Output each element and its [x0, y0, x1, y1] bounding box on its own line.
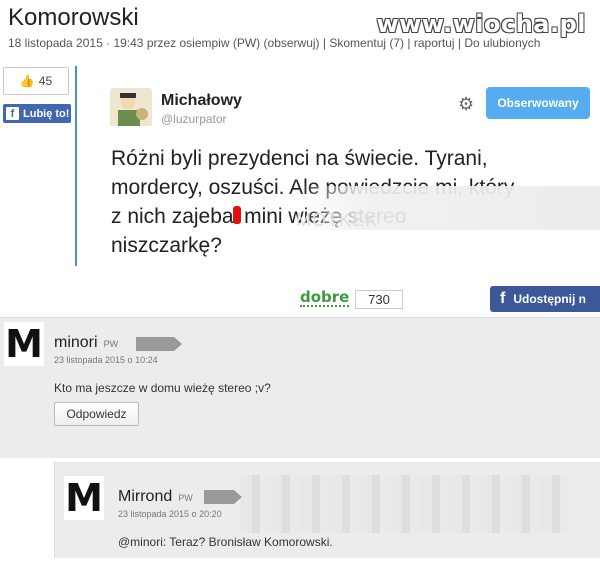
comment-author[interactable]: Mirrond PW: [118, 488, 193, 506]
post-date: 18 listopada 2015: [8, 36, 103, 50]
observe-link[interactable]: (obserwuj): [264, 36, 320, 50]
report-link[interactable]: raportuj: [414, 36, 455, 50]
tweet-author-name[interactable]: Michałowy: [161, 92, 242, 110]
reply-button[interactable]: Odpowiedz: [54, 402, 139, 426]
comment-date: 23 listopada 2015 o 10:24: [54, 355, 158, 365]
dobre-vote-button[interactable]: dobre: [300, 289, 350, 307]
comment-text: @minori: Teraz? Bronisław Komorowski.: [118, 535, 333, 549]
comment-avatar[interactable]: M: [4, 322, 44, 366]
by-label: przez: [146, 36, 177, 50]
gear-icon[interactable]: ⚙: [458, 94, 474, 115]
comment-link[interactable]: Skomentuj (7): [329, 36, 404, 50]
author-link[interactable]: osiempiw: [180, 36, 230, 50]
like-count-box: 👍 45: [3, 67, 69, 95]
post-divider: [75, 66, 77, 266]
facebook-like-button[interactable]: f Lubię to!: [3, 104, 71, 123]
blurred-region: [240, 475, 570, 533]
facebook-share-button[interactable]: f Udostępnij n: [490, 286, 600, 312]
rank-badge: [136, 337, 182, 351]
tweet-avatar[interactable]: [110, 88, 152, 126]
tweet-author-handle[interactable]: @luzurpator: [161, 112, 227, 126]
facebook-icon: f: [500, 290, 506, 307]
tweet-line-1: Różni byli prezydenci na świecie. Tyrani…: [111, 147, 488, 170]
rank-badge: [204, 490, 242, 504]
vote-count: 730: [355, 290, 403, 309]
tweet-line-4: niszczarkę?: [111, 234, 222, 257]
post-time: 19:43: [113, 36, 144, 50]
comment-author[interactable]: minori PW: [54, 334, 118, 352]
comment-date: 23 listopada 2015 o 20:20: [118, 509, 222, 519]
redaction-text: MOTKEK: [296, 210, 379, 230]
like-button-label: Lubię to!: [23, 107, 70, 120]
page-title: Komorowski: [8, 4, 139, 31]
follow-button[interactable]: Obserwowany: [486, 87, 590, 119]
facebook-icon: f: [6, 107, 19, 120]
thumbs-up-icon: 👍: [19, 74, 35, 88]
favorites-link[interactable]: Do ulubionych: [464, 36, 540, 50]
censor-mark: [233, 206, 241, 224]
comment-text: Kto ma jeszcze w domu wieżę stereo ;v?: [54, 381, 271, 395]
share-label: Udostępnij n: [513, 292, 586, 306]
author-badge: (PW): [232, 36, 261, 50]
post-meta: 18 listopada 2015 · 19:43 przez osiempiw…: [8, 36, 541, 50]
like-count: 45: [38, 74, 53, 88]
comment-avatar[interactable]: M: [64, 476, 104, 520]
site-watermark: www.wiocha.pl: [376, 10, 586, 38]
